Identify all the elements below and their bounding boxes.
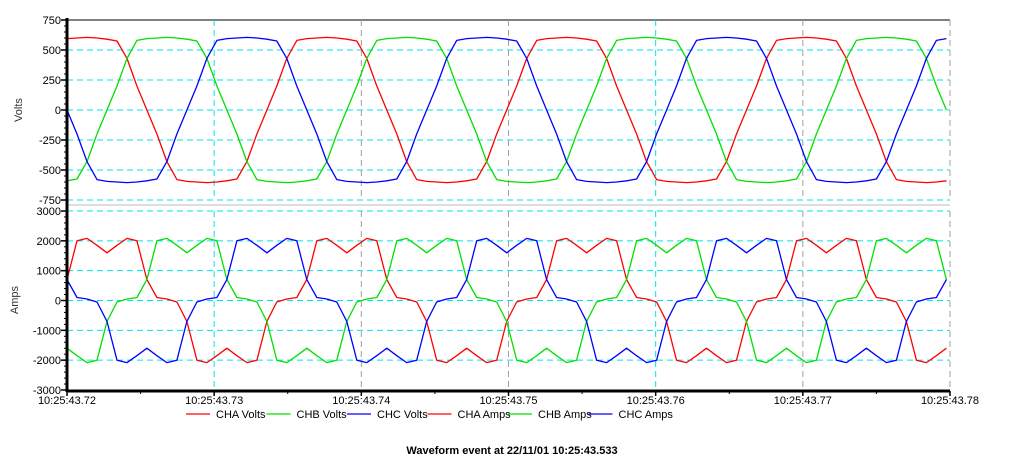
- legend-label: CHA Volts: [216, 409, 266, 421]
- legend-item: CHA Amps: [427, 409, 512, 421]
- y-tick-label: -250: [39, 135, 61, 147]
- y-axis-label: Amps: [9, 285, 21, 314]
- x-tick-label: 10:25:43.75: [479, 395, 537, 407]
- legend-item: CHB Volts: [266, 409, 348, 421]
- y-tick-label: 0: [55, 296, 61, 308]
- y-tick-label: 250: [43, 75, 61, 87]
- legend-item: CHC Volts: [347, 409, 428, 421]
- x-tick-label: 10:25:43.72: [38, 395, 96, 407]
- x-tick-label: 10:25:43.73: [185, 395, 243, 407]
- x-tick-label: 10:25:43.76: [627, 395, 685, 407]
- legend: CHA Volts CHB Volts CHC Volts CHA Amps CHB A…: [186, 409, 673, 421]
- chart-title: Waveform event at 22/11/01 10:25:43.533: [406, 445, 617, 457]
- legend-label: CHA Amps: [458, 409, 512, 421]
- y-tick-label: -1000: [33, 325, 61, 337]
- y-tick-label: 750: [43, 15, 61, 27]
- y-tick-label: 2000: [37, 236, 61, 248]
- y-tick-label: 0: [55, 105, 61, 117]
- x-tick-label: 10:25:43.74: [332, 395, 390, 407]
- legend-label: CHB Amps: [538, 409, 592, 421]
- legend-label: CHB Volts: [297, 409, 348, 421]
- y-tick-label: 1000: [37, 266, 61, 278]
- y-tick-label: 500: [43, 45, 61, 57]
- legend-label: CHC Amps: [619, 409, 674, 421]
- x-tick-label: 10:25:43.77: [774, 395, 832, 407]
- legend-item: CHC Amps: [588, 409, 674, 421]
- legend-label: CHC Volts: [377, 409, 428, 421]
- y-tick-label: -500: [39, 165, 61, 177]
- y-tick-label: -2000: [33, 355, 61, 367]
- legend-item: CHB Amps: [508, 409, 592, 421]
- waveform-chart: 7505002500-250-500-750Volts3000200010000…: [9, 15, 979, 457]
- x-tick-label: 10:25:43.78: [921, 395, 979, 407]
- y-axis-label: Volts: [13, 98, 25, 122]
- y-tick-label: 3000: [37, 206, 61, 218]
- legend-item: CHA Volts: [186, 409, 266, 421]
